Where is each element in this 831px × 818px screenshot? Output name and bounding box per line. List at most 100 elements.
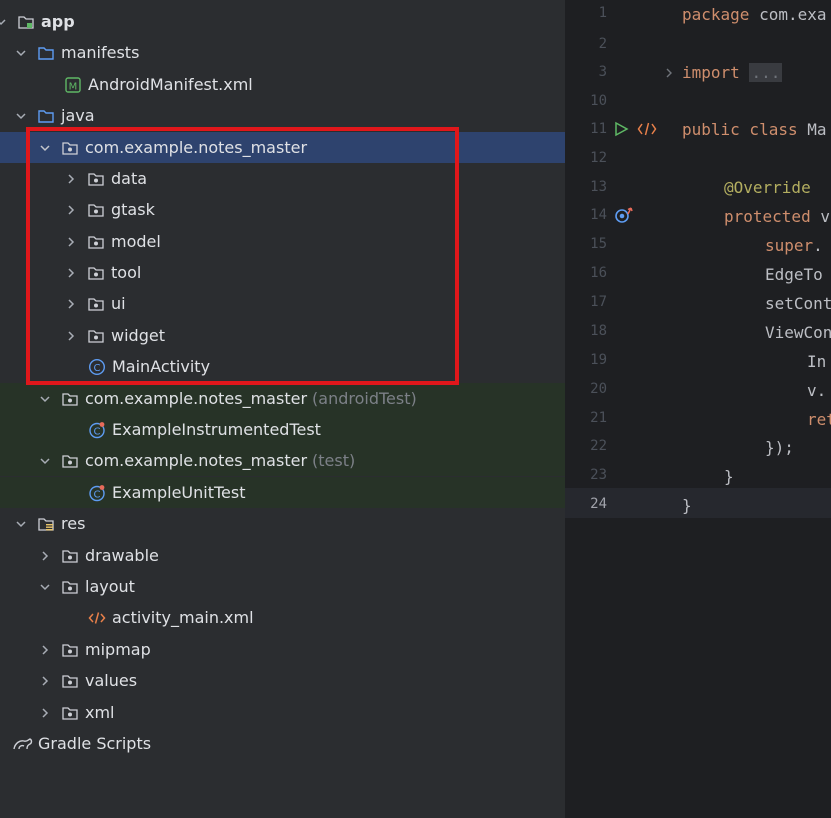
code-line: } <box>682 496 692 515</box>
tree-item-label: widget <box>111 326 165 345</box>
keyword: super <box>765 236 814 255</box>
layout-xml-icon[interactable] <box>637 120 657 142</box>
chevron-right-icon[interactable] <box>64 172 78 186</box>
line-number: 14 <box>590 207 607 223</box>
tree-item-label: manifests <box>61 43 140 62</box>
tree-item-label: gtask <box>111 200 155 219</box>
svg-text:C: C <box>94 426 101 437</box>
chevron-right-icon[interactable] <box>64 297 78 311</box>
tree-item-label: java <box>61 106 95 125</box>
line-number: 3 <box>598 64 607 80</box>
chevron-down-icon[interactable] <box>38 454 52 468</box>
line-number: 19 <box>590 352 607 368</box>
tree-item-drawable[interactable]: drawable <box>0 540 565 571</box>
keyword: package <box>682 5 750 24</box>
chevron-down-icon[interactable] <box>14 517 28 531</box>
tree-item-java[interactable]: java <box>0 100 565 131</box>
tree-item-mipmap[interactable]: mipmap <box>0 634 565 665</box>
line-number: 23 <box>590 467 607 483</box>
code-line: import ... <box>682 63 783 82</box>
tree-item-package-androidtest[interactable]: com.example.notes_master (androidTest) <box>0 383 565 414</box>
tree-item-label: ui <box>111 294 126 313</box>
package-icon <box>61 139 79 157</box>
tree-item-label: values <box>85 671 138 690</box>
line-number: 16 <box>590 265 607 281</box>
tree-item-label: model <box>111 232 161 251</box>
chevron-down-icon[interactable] <box>14 109 28 123</box>
chevron-down-icon[interactable] <box>38 141 52 155</box>
package-icon <box>87 295 105 313</box>
tree-item-package-main[interactable]: com.example.notes_master <box>0 132 565 163</box>
code-line: }); <box>765 438 794 457</box>
line-number: 11 <box>590 121 607 137</box>
tree-item-androidmanifest[interactable]: M AndroidManifest.xml <box>0 69 565 100</box>
tree-item-label: Gradle Scripts <box>38 734 152 753</box>
tree-item-package-test[interactable]: com.example.notes_master (test) <box>0 445 565 476</box>
tree-item-ui[interactable]: ui <box>0 288 565 319</box>
line-number: 1 <box>598 5 607 21</box>
chevron-right-icon[interactable] <box>64 266 78 280</box>
override-method-icon[interactable] <box>614 205 636 229</box>
chevron-down-icon[interactable] <box>38 392 52 406</box>
tree-item-app[interactable]: app <box>0 6 565 37</box>
package-icon <box>61 641 79 659</box>
package-icon <box>61 390 79 408</box>
run-icon[interactable] <box>612 120 630 142</box>
tree-item-gtask[interactable]: gtask <box>0 194 565 225</box>
manifest-file-icon: M <box>64 76 82 94</box>
tree-item-model[interactable]: model <box>0 226 565 257</box>
chevron-right-icon[interactable] <box>38 549 52 563</box>
svg-text:C: C <box>94 489 101 500</box>
annotation: @Override <box>724 178 811 197</box>
fold-chevron-icon[interactable] <box>664 65 674 84</box>
chevron-down-icon[interactable] <box>14 46 28 60</box>
tree-item-data[interactable]: data <box>0 163 565 194</box>
tree-item-manifests[interactable]: manifests <box>0 37 565 68</box>
tree-item-xml[interactable]: xml <box>0 697 565 728</box>
chevron-right-icon[interactable] <box>38 706 52 720</box>
tree-item-label: res <box>61 514 86 533</box>
tree-item-res[interactable]: res <box>0 508 565 539</box>
package-icon <box>61 704 79 722</box>
keyword: ret <box>807 410 831 429</box>
tree-item-tool[interactable]: tool <box>0 257 565 288</box>
code-line: super. <box>765 236 823 255</box>
tree-item-label: data <box>111 169 148 188</box>
svg-text:M: M <box>69 81 78 92</box>
package-icon <box>61 672 79 690</box>
chevron-right-icon[interactable] <box>38 674 52 688</box>
tree-item-exampleinstrumentedtest[interactable]: C ExampleInstrumentedTest <box>0 414 565 445</box>
code-line: @Override <box>724 178 811 197</box>
tree-item-label: xml <box>85 703 115 722</box>
code-line: setCont <box>765 294 831 313</box>
chevron-right-icon[interactable] <box>64 235 78 249</box>
tree-item-layout[interactable]: layout <box>0 571 565 602</box>
package-icon <box>61 547 79 565</box>
tree-item-mainactivity[interactable]: C MainActivity <box>0 351 565 382</box>
chevron-down-icon[interactable] <box>38 580 52 594</box>
line-number: 17 <box>590 294 607 310</box>
folded-imports[interactable]: ... <box>749 63 783 82</box>
package-icon <box>87 264 105 282</box>
tree-item-values[interactable]: values <box>0 665 565 696</box>
chevron-right-icon[interactable] <box>38 643 52 657</box>
code-line: In <box>807 352 827 371</box>
code-text: Ma <box>797 120 827 139</box>
tree-item-label: drawable <box>85 546 159 565</box>
tree-item-activity-main-xml[interactable]: activity_main.xml <box>0 602 565 633</box>
keyword: protected <box>724 207 811 226</box>
chevron-right-icon[interactable] <box>64 329 78 343</box>
tree-item-gradle-scripts[interactable]: Gradle Scripts <box>0 728 565 759</box>
tree-item-label: com.example.notes_master <box>85 389 308 408</box>
tree-item-label: AndroidManifest.xml <box>88 75 253 94</box>
line-number: 21 <box>590 410 607 426</box>
code-line: } <box>724 467 734 486</box>
module-folder-icon <box>17 13 35 31</box>
tree-item-label: tool <box>111 263 142 282</box>
code-line: ret <box>807 410 831 429</box>
tree-item-exampleunittest[interactable]: C ExampleUnitTest <box>0 477 565 508</box>
chevron-down-icon[interactable] <box>0 15 8 29</box>
package-icon <box>61 452 79 470</box>
tree-item-widget[interactable]: widget <box>0 320 565 351</box>
chevron-right-icon[interactable] <box>64 203 78 217</box>
